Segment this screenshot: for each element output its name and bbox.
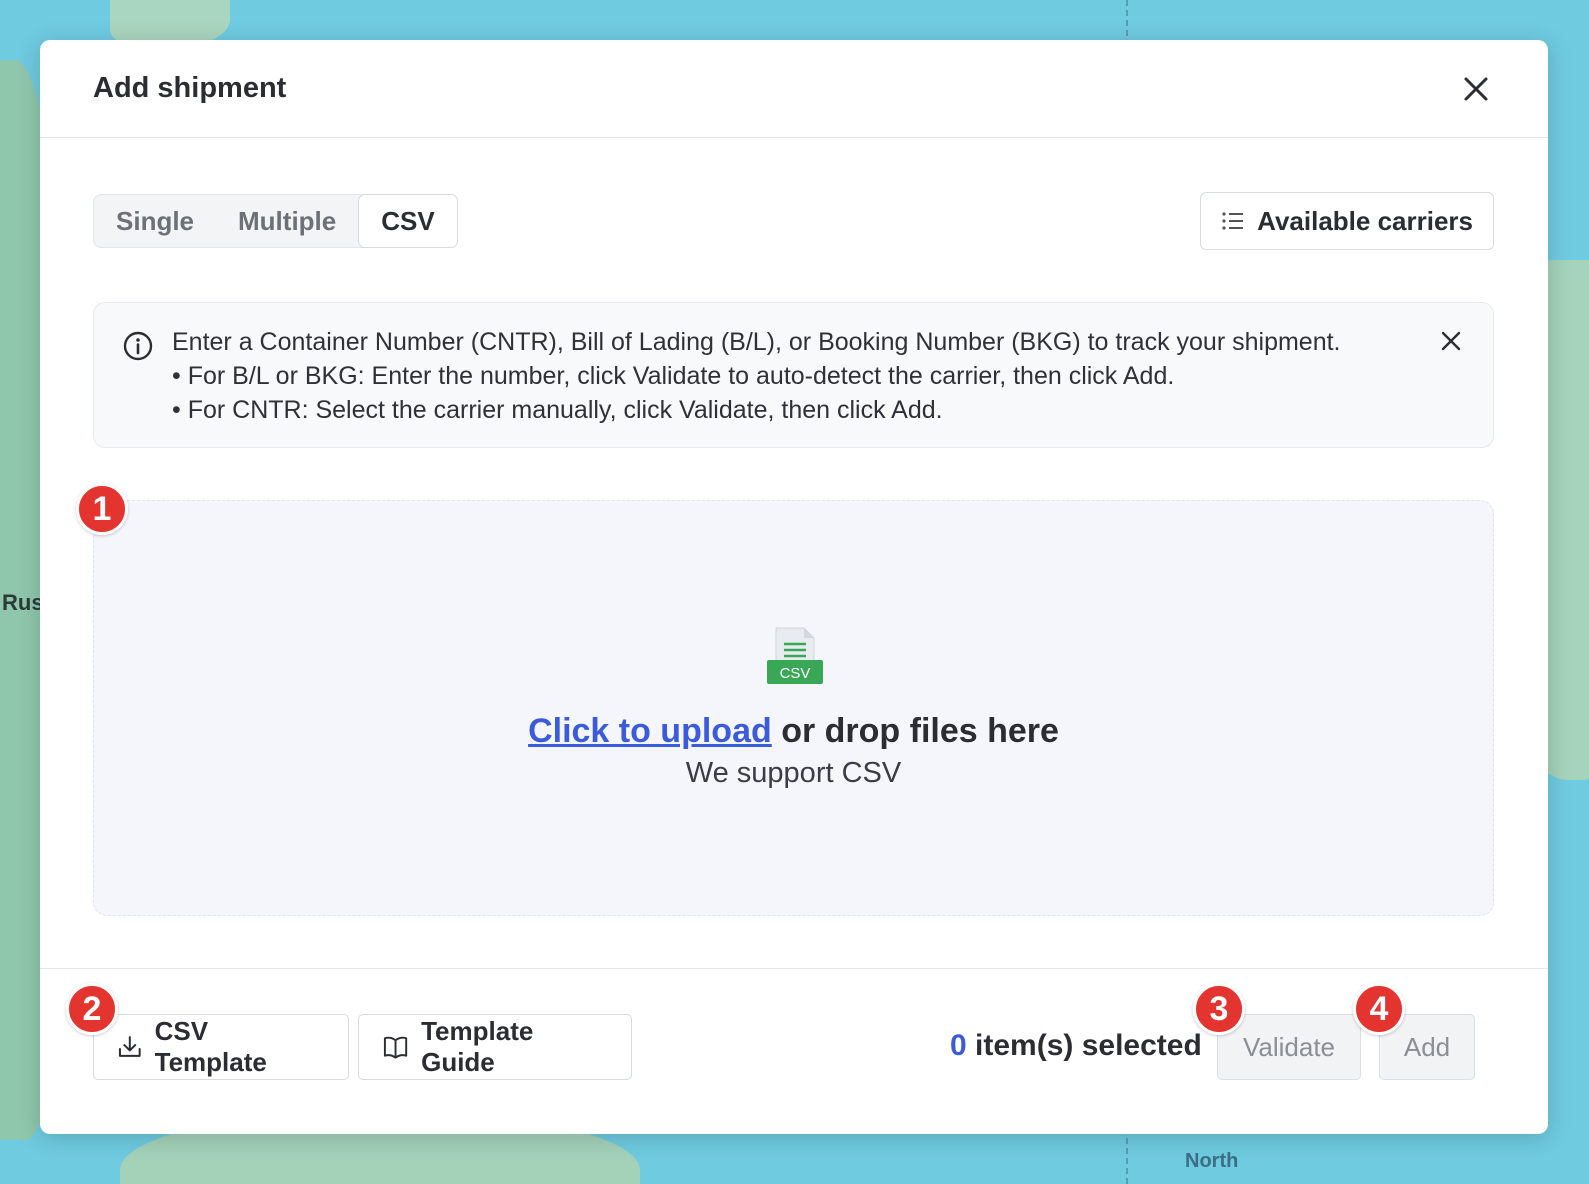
modal-title: Add shipment [93,72,287,104]
available-carriers-label: Available carriers [1257,205,1473,236]
mode-toolbar: Single Multiple CSV Available carriers [93,192,1494,250]
info-text-line: Enter a Container Number (CNTR), Bill of… [172,328,1341,356]
drop-files-text: or drop files here [771,712,1059,750]
available-carriers-button[interactable]: Available carriers [1200,192,1494,250]
annotation-marker-2: 2 [66,983,118,1035]
supported-format-text: We support CSV [685,757,902,789]
selected-count-number: 0 [950,1029,967,1062]
csv-dropzone[interactable]: CSV Click to upload or drop files here W… [93,500,1494,916]
csv-template-button[interactable]: CSV Template [93,1014,349,1080]
selected-count: 0 item(s) selected [950,1029,1202,1063]
csv-icon-label: CSV [779,665,810,682]
map-label-region: North [1185,1150,1239,1172]
info-banner: Enter a Container Number (CNTR), Bill of… [93,302,1494,448]
drop-instructions: Click to upload or drop files here [528,712,1059,751]
annotation-marker-1: 1 [76,483,128,535]
tab-single[interactable]: Single [94,195,216,247]
template-guide-button[interactable]: Template Guide [358,1014,632,1080]
close-modal-button[interactable] [1458,71,1494,107]
csv-template-label: CSV Template [154,1016,267,1077]
csv-file-icon: CSV [766,627,823,684]
list-icon [1222,212,1244,230]
info-icon [123,331,153,361]
annotation-marker-3: 3 [1193,983,1245,1035]
map-label-country: Rus [2,590,44,615]
close-icon [1464,77,1488,100]
add-shipment-modal: Add shipment Single Multiple CSV Availab… [40,40,1548,1134]
download-icon [118,1036,141,1057]
annotation-marker-4: 4 [1353,983,1405,1035]
info-text-line: • For B/L or BKG: Enter the number, clic… [172,362,1175,390]
click-to-upload-link[interactable]: Click to upload [528,712,772,750]
close-icon[interactable] [1439,329,1463,353]
template-guide-label: Template Guide [421,1016,534,1077]
mode-tabs: Single Multiple CSV [93,194,458,248]
info-text-line: • For CNTR: Select the carrier manually,… [172,396,943,424]
book-icon [383,1036,408,1059]
tab-multiple[interactable]: Multiple [216,195,358,247]
tab-csv[interactable]: CSV [358,194,458,248]
modal-footer: CSV Template Template Guide 0 item(s) se… [40,968,1548,1134]
modal-header: Add shipment [40,40,1548,138]
selected-count-label: item(s) selected [975,1029,1202,1062]
